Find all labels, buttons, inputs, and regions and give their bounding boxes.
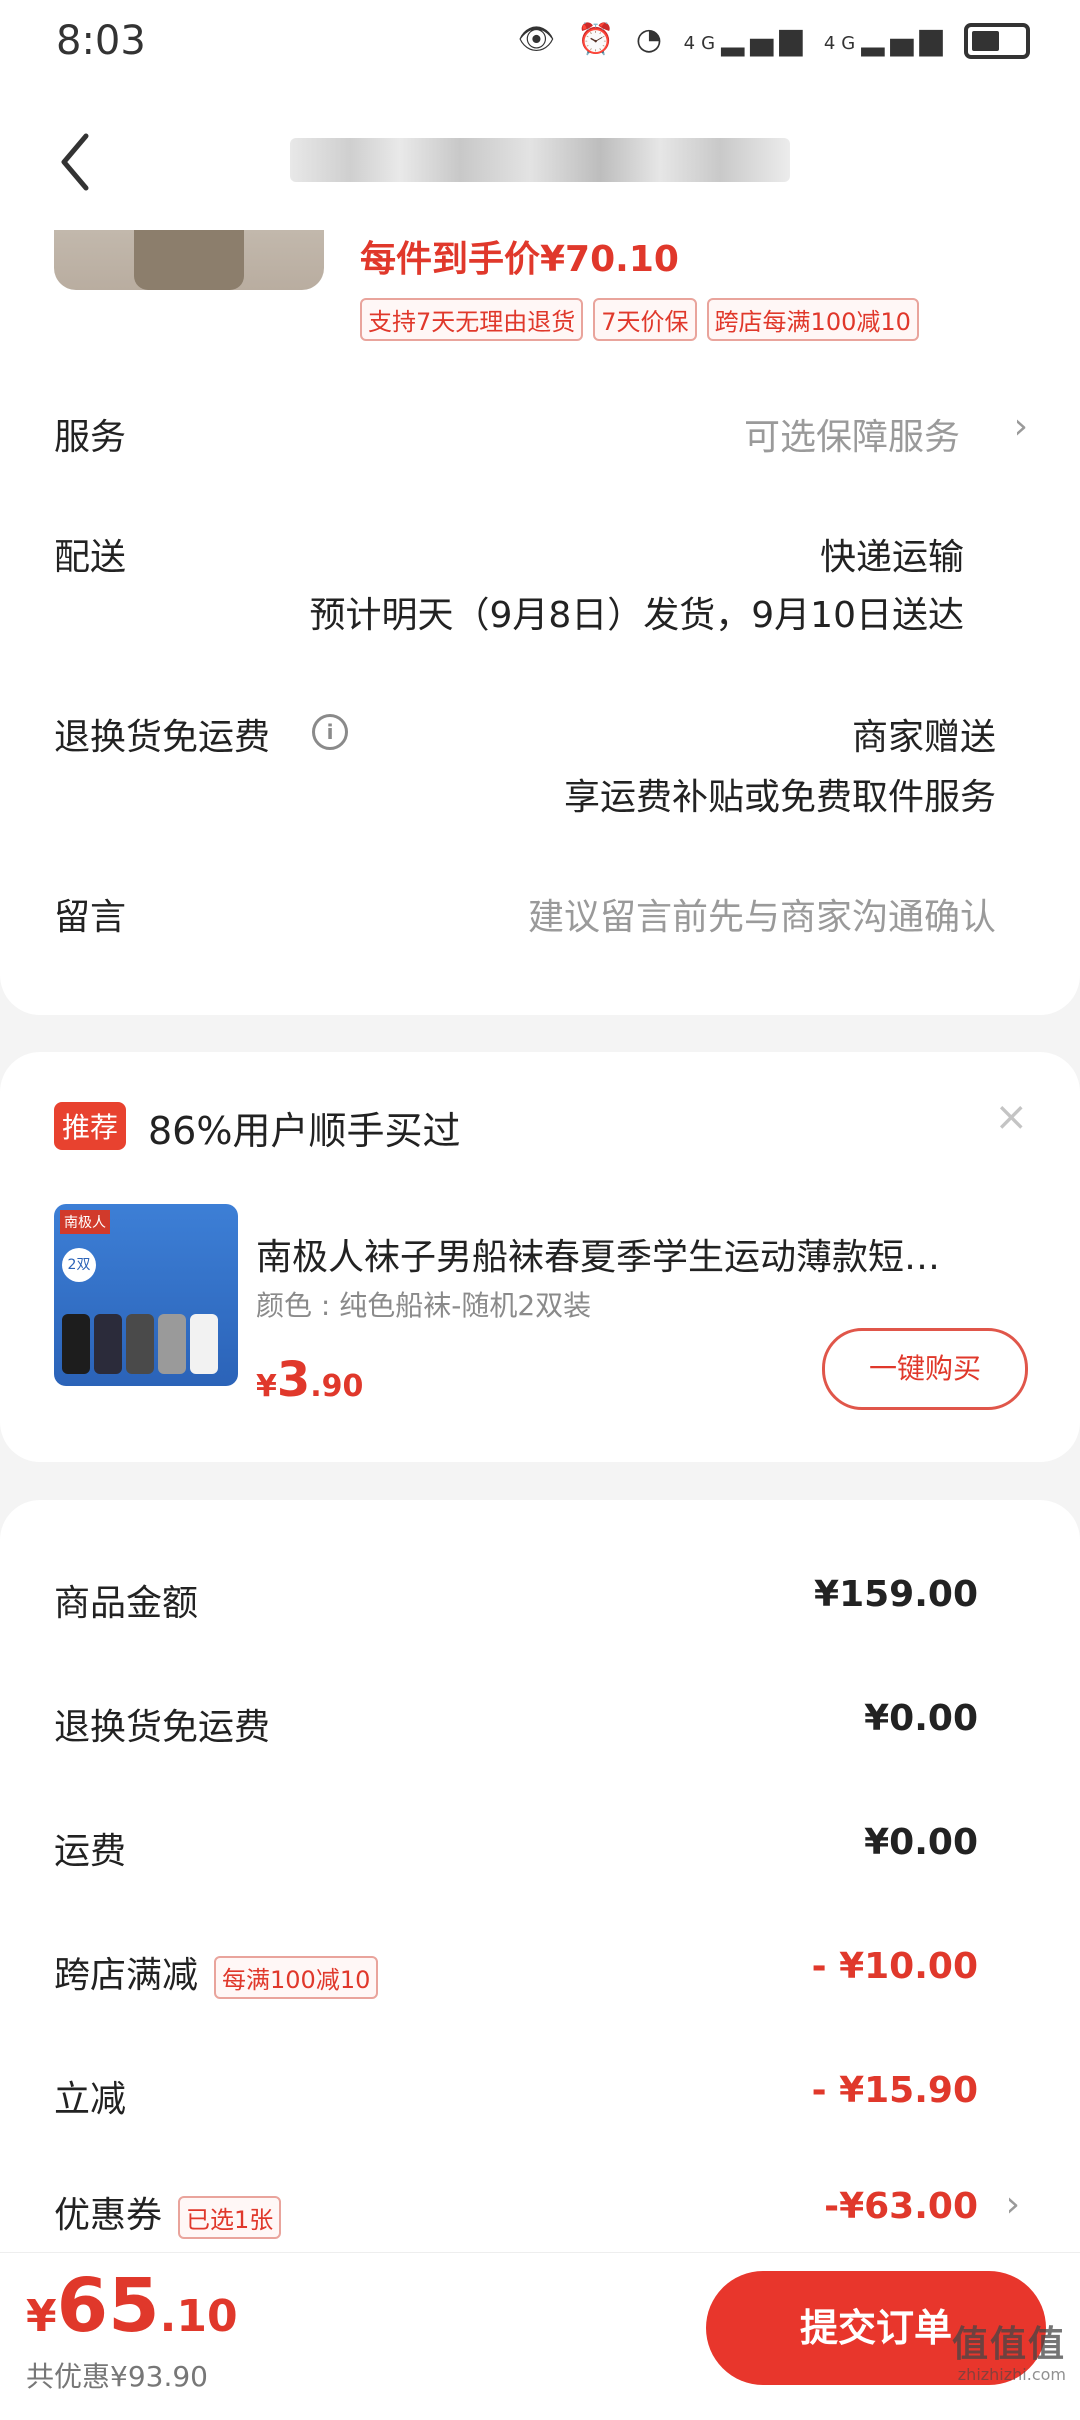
alarm-icon: ⏰ [577,22,621,57]
tag-cross-store: 跨店每满100减10 [706,298,919,341]
return-shipping-value: 商家赠送 [851,717,996,758]
product-tags: 支持7天无理由退货 7天价保 跨店每满100减10 [360,298,929,341]
goods-amount-value: ¥159.00 [814,1574,978,1615]
total-dec: .10 [159,2291,238,2342]
chevron-right-icon[interactable]: › [1014,406,1028,447]
delivery-eta: 预计明天（9月8日）发货，9月10日送达 [309,595,964,636]
status-icons: 👁 ⏰ ◔ 4G▂▄▆ 4G▂▄▆ [517,22,1030,59]
recommend-price: ¥3.90 [256,1352,363,1408]
coupon-value[interactable]: -¥63.00 [824,2186,978,2227]
eye-icon: 👁 [517,22,562,57]
coupon-chevron-icon[interactable]: › [1006,2184,1020,2225]
blurred-store-title [290,138,790,182]
status-bar: 8:03 👁 ⏰ ◔ 4G▂▄▆ 4G▂▄▆ [0,0,1080,90]
watermark: 值值值 [951,2324,1066,2365]
order-detail-card: 每件到手价¥70.10 支持7天无理由退货 7天价保 跨店每满100减10 服务 可… [0,230,1080,1015]
shipping-label: 运费 [54,1831,127,1872]
product-image[interactable] [54,230,324,290]
bottom-bar: ¥65.10 共优惠¥93.90 提交订单 值值值 zhizhizhi.com [0,2252,1080,2401]
instant-discount-value: - ¥15.90 [811,2070,978,2111]
coupon-label[interactable]: 优惠券 已选1张 [54,2186,282,2239]
signal-label-right: 4G [823,33,862,54]
cross-store-label: 跨店满减 每满100减10 [54,1946,379,1999]
return-fee-value: ¥0.00 [864,1698,978,1739]
price-symbol: ¥ [256,1369,277,1404]
price-dec: .90 [310,1369,364,1404]
signal-icon-2: ▂▄▆ [861,22,949,57]
header [0,90,1080,230]
message-input[interactable]: 建议留言前先与商家沟通确认 [528,888,996,940]
info-icon[interactable]: i [312,714,348,750]
delivery-method[interactable]: 快递运输 [820,528,964,580]
shipping-value: ¥0.00 [864,1822,978,1863]
image-brand-label: 南极人 [60,1210,110,1234]
total-discount: 共优惠¥93.90 [26,2360,208,2393]
image-count-label: 2双 [62,1248,96,1282]
one-click-buy-button[interactable]: 一键购买 [822,1328,1028,1410]
status-time: 8:03 [56,18,146,64]
signal-icon: ▂▄▆ [721,22,809,57]
delivery-label: 配送 [54,537,127,578]
cross-store-tag: 每满100减10 [214,1955,379,1999]
recommend-product-name[interactable]: 南极人袜子男船袜春夏季学生运动薄款短… [256,1228,1016,1280]
unit-price: 每件到手价¥70.10 [360,239,679,280]
total-price: ¥65.10 [26,2263,238,2349]
service-label: 服务 [54,417,127,458]
tag-price-protect: 7天价保 [593,298,697,341]
return-shipping-label: 退换货免运费 [54,717,271,758]
message-label: 留言 [54,897,127,938]
close-icon[interactable]: × [994,1094,1028,1140]
return-shipping-desc: 享运费补贴或免费取件服务 [563,777,996,818]
recommend-title: 86%用户顺手买过 [148,1109,461,1153]
recommendation-card: 推荐 86%用户顺手买过 × 南极人 2双 南极人袜子男船袜春夏季学生运动薄款短… [0,1052,1080,1462]
instant-discount-label: 立减 [54,2079,127,2120]
signal-label-left: 4G [683,33,722,54]
coupon-text: 优惠券 [54,2195,163,2236]
goods-amount-label: 商品金额 [54,1583,199,1624]
coupon-tag: 已选1张 [178,2195,282,2239]
watermark-sub: zhizhizhi.com [957,2365,1066,2384]
recommend-product-image[interactable]: 南极人 2双 [54,1204,238,1386]
wifi-icon: ◔ [635,22,669,57]
battery-icon [964,22,1030,59]
tag-return: 支持7天无理由退货 [360,298,584,341]
return-fee-label: 退换货免运费 [54,1707,271,1748]
total-int: 65 [56,2263,160,2349]
price-int: 3 [276,1352,311,1408]
recommend-product-spec: 颜色 : 纯色船袜-随机2双装 [256,1289,592,1322]
back-icon[interactable] [56,132,96,192]
recommend-badge: 推荐 [54,1102,127,1150]
total-symbol: ¥ [26,2291,57,2342]
cross-store-text: 跨店满减 [54,1955,199,1996]
service-option[interactable]: 可选保障服务 [744,408,960,460]
cross-store-value: - ¥10.00 [811,1946,978,1987]
